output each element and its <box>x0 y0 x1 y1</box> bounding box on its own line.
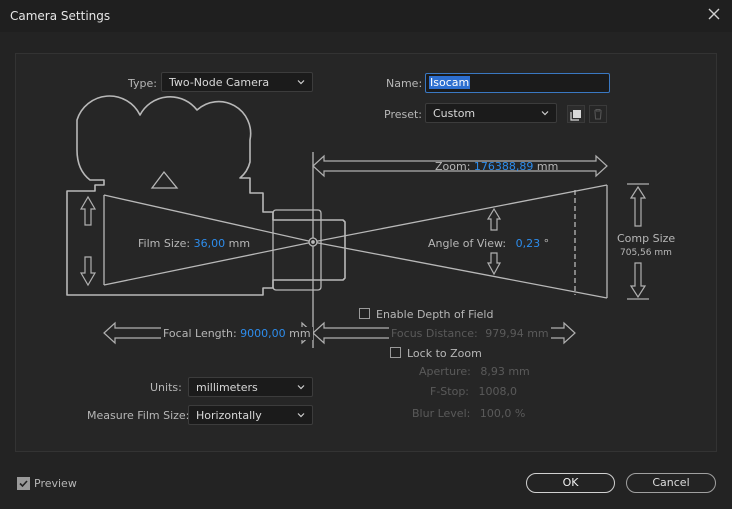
angle-of-view-value[interactable]: 0,23 <box>516 237 541 250</box>
ok-button[interactable]: OK <box>526 473 615 493</box>
name-input[interactable]: Isocam <box>425 73 610 93</box>
chevron-down-icon <box>297 385 305 390</box>
units-select[interactable]: millimeters <box>188 377 313 397</box>
aperture-value: 8,93 <box>480 365 505 378</box>
angle-of-view-readout: Angle of View: 0,23 ° <box>428 237 549 250</box>
comp-size-arrow-down <box>629 262 647 299</box>
film-size-label: Film Size: <box>138 237 191 250</box>
angle-arrow-up <box>486 207 502 231</box>
preset-label: Preset: <box>384 108 423 121</box>
zoom-unit: mm <box>536 160 559 173</box>
comp-size-value: 705,56 mm <box>620 248 672 258</box>
new-preset-icon <box>570 110 581 121</box>
units-value: millimeters <box>196 381 258 394</box>
angle-of-view-label: Angle of View: <box>428 237 507 250</box>
lens-segment <box>272 209 322 291</box>
units-label: Units: <box>150 381 182 394</box>
depth-of-field-label: Enable Depth of Field <box>376 308 494 321</box>
aperture-readout: Aperture: 8,93 mm <box>419 365 530 378</box>
film-size-readout: Film Size: 36,00 mm <box>138 237 250 250</box>
lock-to-zoom-checkbox[interactable] <box>390 347 401 358</box>
zoom-readout: Zoom: 176388,89 mm <box>435 160 558 173</box>
focal-length-readout: Focal Length: 9000,00 mm <box>161 327 313 340</box>
focus-distance-readout: Focus Distance: 979,94 mm <box>389 327 551 340</box>
save-preset-button[interactable] <box>567 105 585 123</box>
type-value: Two-Node Camera <box>169 76 270 89</box>
cancel-button[interactable]: Cancel <box>626 473 716 493</box>
measure-film-size-value: Horizontally <box>196 409 262 422</box>
chevron-down-icon <box>297 80 305 85</box>
film-size-unit: mm <box>228 237 251 250</box>
measure-film-size-label: Measure Film Size: <box>87 409 190 422</box>
chevron-down-icon <box>297 413 305 418</box>
angle-of-view-unit: ° <box>543 237 550 250</box>
preview-label: Preview <box>34 477 77 490</box>
preset-value: Custom <box>433 107 476 120</box>
f-stop-readout: F-Stop: 1008,0 <box>430 385 517 398</box>
name-value: Isocam <box>429 76 471 89</box>
film-size-arrow-down <box>79 256 97 287</box>
camera-triangle <box>150 170 179 189</box>
aperture-label: Aperture: <box>419 365 471 378</box>
type-label: Type: <box>128 77 157 90</box>
chevron-down-icon <box>541 111 549 116</box>
film-size-value[interactable]: 36,00 <box>194 237 226 250</box>
name-label: Name: <box>386 77 423 90</box>
focus-distance-label: Focus Distance: <box>391 327 478 340</box>
f-stop-value: 1008,0 <box>478 385 518 398</box>
focus-distance-unit: mm <box>527 327 549 340</box>
zoom-label: Zoom: <box>435 160 471 173</box>
blur-level-unit: % <box>514 407 526 420</box>
delete-preset-button[interactable] <box>589 105 607 123</box>
angle-arrow-down <box>486 252 502 276</box>
preset-select[interactable]: Custom <box>425 103 557 123</box>
focal-length-label: Focal Length: <box>163 327 237 340</box>
zoom-value[interactable]: 176388,89 <box>474 160 534 173</box>
blur-level-value: 100,0 <box>479 407 512 420</box>
film-size-arrow-up <box>79 195 97 226</box>
aperture-unit: mm <box>508 365 530 378</box>
blur-level-label: Blur Level: <box>412 407 471 420</box>
frustum-bottom <box>103 241 608 299</box>
comp-size-label: Comp Size <box>617 232 676 245</box>
focal-length-unit: mm <box>289 327 311 340</box>
measure-film-size-select[interactable]: Horizontally <box>188 405 313 425</box>
lock-to-zoom-label: Lock to Zoom <box>407 347 482 360</box>
blur-level-readout: Blur Level: 100,0 % <box>412 407 525 420</box>
comp-size-arrow-up <box>629 185 647 227</box>
f-stop-label: F-Stop: <box>430 385 470 398</box>
type-select[interactable]: Two-Node Camera <box>161 72 313 92</box>
trash-icon <box>594 108 602 120</box>
checkmark-icon <box>19 480 28 488</box>
focal-length-value[interactable]: 9000,00 <box>240 327 286 340</box>
preview-checkbox[interactable] <box>17 477 30 490</box>
frustum-top <box>103 184 608 243</box>
focus-distance-value: 979,94 <box>485 327 524 340</box>
depth-of-field-checkbox[interactable] <box>359 308 370 319</box>
